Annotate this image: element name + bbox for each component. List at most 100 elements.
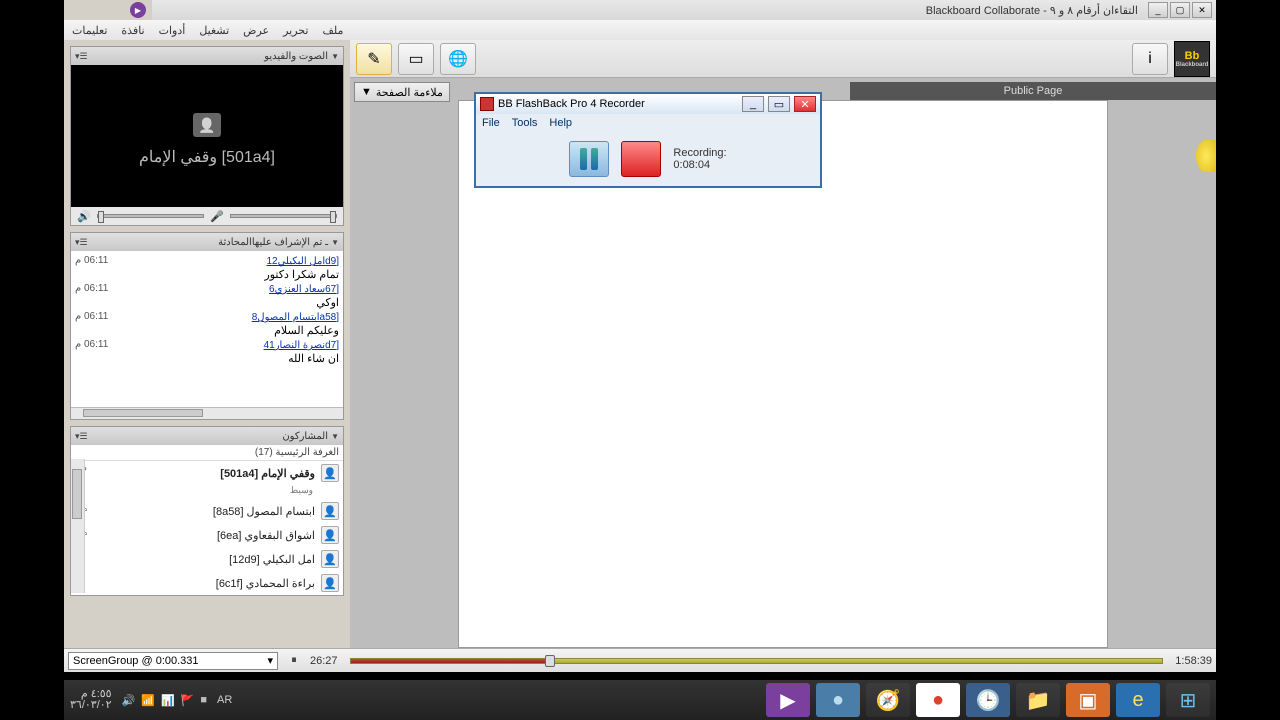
appshare-button[interactable]: ▭ [398, 43, 434, 75]
tray-network-icon[interactable]: 📶 [141, 694, 155, 707]
clip-dropdown[interactable]: ScreenGroup @ 0:00.331▾ [68, 652, 278, 670]
recorder-app-icon [480, 97, 494, 111]
participant-row[interactable]: 👤 اشواق البقعاوي [6ea] ▫ [71, 523, 343, 547]
recording-time: 0:08:04 [673, 159, 726, 171]
recorder-window[interactable]: BB FlashBack Pro 4 Recorder _ ▭ ✕ File T… [474, 92, 822, 188]
system-tray[interactable]: 🔊 📶 📊 🚩 ■ [122, 694, 207, 707]
explorer-icon[interactable]: 📁 [1016, 683, 1060, 717]
chat-panel: ▼ ـ تم الإشراف عليهاالمحادثة ☰▾ [d9امل ا… [70, 232, 344, 420]
chat-user[interactable]: [67سعاد العنزي6 [269, 284, 339, 295]
player-duration: 1:58:39 [1175, 655, 1212, 667]
recorder-maximize-button[interactable]: ▭ [768, 96, 790, 112]
safari-icon[interactable]: 🧭 [866, 683, 910, 717]
chat-text: ان شاء الله [75, 351, 339, 365]
chat-user[interactable]: [d7نصرة النصار41 [264, 340, 339, 351]
chat-user[interactable]: [d9امل البكيلي12 [266, 256, 339, 267]
speaker-icon[interactable]: 🔊 [77, 210, 91, 223]
menu-file[interactable]: ملف [322, 24, 343, 37]
browser1-icon[interactable]: ● [816, 683, 860, 717]
player-pause-button[interactable]: ⏸ [284, 651, 304, 671]
menu-edit[interactable]: تحرير [283, 24, 308, 37]
collapse-icon[interactable]: ▼ [331, 238, 339, 247]
avatar-icon: 👤 [321, 550, 339, 568]
menu-help[interactable]: تعليمات [72, 24, 107, 37]
participants-vscroll[interactable] [71, 459, 85, 593]
chat-text: اوكي [75, 295, 339, 309]
menu-window[interactable]: نافذة [121, 24, 144, 37]
speaker-name: وقفي الإمام [501a4] [139, 147, 275, 167]
collapse-icon[interactable]: ▼ [331, 432, 339, 441]
av-title: الصوت والفيديو [264, 51, 328, 62]
participant-name: اشواق البقعاوي [6ea] [93, 529, 315, 542]
webtour-button[interactable]: 🌐 [440, 43, 476, 75]
whiteboard-button[interactable]: ✎ [356, 43, 392, 75]
participant-role: وسيط [290, 485, 313, 496]
player-seek-slider[interactable] [350, 658, 1164, 664]
clock-app-icon[interactable]: 🕒 [966, 683, 1010, 717]
participant-name: وقفي الإمام [501a4] [93, 467, 315, 480]
speaker-volume-slider[interactable] [97, 214, 204, 218]
ie-icon[interactable]: e [1116, 683, 1160, 717]
chat-time: 06:11 م [75, 255, 108, 266]
recording-label: Recording: [673, 147, 726, 159]
avatar-icon: 👤 [321, 464, 339, 482]
menubar: ملف تحرير عرض تشغيل أدوات نافذة تعليمات [64, 20, 1216, 40]
fit-page-dropdown[interactable]: ملاءمة الصفحة▼ [354, 82, 450, 102]
menu-tools[interactable]: أدوات [159, 24, 186, 37]
recorder-menu-file[interactable]: File [482, 117, 500, 129]
chevron-down-icon: ▼ [361, 86, 372, 98]
av-options-icon[interactable]: ☰▾ [75, 51, 88, 62]
taskbar-clock[interactable]: ٤:٥٥ م ٣٦/٠٣/٠٢ [70, 689, 112, 711]
chat-title: ـ تم الإشراف عليهاالمحادثة [218, 237, 328, 248]
language-indicator[interactable]: AR [217, 694, 232, 706]
room-name: الغرفة الرئيسية (17) [71, 445, 343, 461]
chat-hscroll[interactable] [71, 407, 343, 419]
window-title: Blackboard Collaborate - التقاءان أرقام … [152, 4, 1146, 17]
public-page-tab[interactable]: Public Page [850, 82, 1216, 100]
chat-time: 06:11 م [75, 283, 108, 294]
bb-logo-icon: BbBlackboard [1174, 41, 1210, 77]
recorder-minimize-button[interactable]: _ [742, 96, 764, 112]
tray-signal-icon[interactable]: 📊 [161, 694, 175, 707]
participant-row[interactable]: 👤 ابتسام المصول [8a58] ▫ [71, 499, 343, 523]
start-icon[interactable]: ⊞ [1166, 683, 1210, 717]
chat-list: [d9امل البكيلي12 06:11 م تمام شكرا دكتور… [71, 251, 343, 407]
chat-message: [a58ابتسام المصول8 06:11 م وعليكم السلام [75, 311, 339, 337]
av-panel: ▼ الصوت والفيديو ☰▾ وقفي الإمام [501a4] … [70, 46, 344, 226]
tray-action-icon[interactable]: ■ [200, 694, 207, 707]
chat-message: [67سعاد العنزي6 06:11 م اوكي [75, 283, 339, 309]
mic-volume-slider[interactable] [230, 214, 337, 218]
recorder-menu-tools[interactable]: Tools [512, 117, 538, 129]
menu-run[interactable]: تشغيل [199, 24, 229, 37]
participants-title: المشاركون [282, 431, 328, 442]
tray-volume-icon[interactable]: 🔊 [122, 694, 136, 707]
recorder-pause-button[interactable] [569, 141, 609, 177]
menu-view[interactable]: عرض [243, 24, 269, 37]
ppt-icon[interactable]: ▣ [1066, 683, 1110, 717]
participant-row[interactable]: 👤 امل البكيلي [12d9] [71, 547, 343, 571]
close-button[interactable]: ✕ [1192, 2, 1212, 18]
participant-name: براءة المحمادي [6c1f] [75, 577, 315, 590]
recorder-menu-help[interactable]: Help [549, 117, 572, 129]
chat-user[interactable]: [a58ابتسام المصول8 [252, 312, 339, 323]
chat-options-icon[interactable]: ☰▾ [75, 237, 88, 248]
collapse-icon[interactable]: ▼ [331, 52, 339, 61]
collaborate-icon[interactable]: ▶ [766, 683, 810, 717]
tray-flag-icon[interactable]: 🚩 [181, 694, 195, 707]
minimize-button[interactable]: _ [1148, 2, 1168, 18]
info-button[interactable]: i [1132, 43, 1168, 75]
chrome-icon[interactable]: ● [916, 683, 960, 717]
chat-time: 06:11 م [75, 311, 108, 322]
participants-options-icon[interactable]: ☰▾ [75, 431, 88, 442]
recorder-close-button[interactable]: ✕ [794, 96, 816, 112]
recorder-stop-button[interactable] [621, 141, 661, 177]
mic-icon[interactable]: 🎤 [210, 210, 224, 223]
participant-row[interactable]: 👤 براءة المحمادي [6c1f] [71, 571, 343, 595]
avatar-icon: 👤 [321, 502, 339, 520]
recorder-title: BB FlashBack Pro 4 Recorder [498, 98, 738, 110]
video-area: وقفي الإمام [501a4] [71, 65, 343, 207]
participant-name: امل البكيلي [12d9] [75, 553, 315, 566]
maximize-button[interactable]: ▢ [1170, 2, 1190, 18]
chevron-down-icon: ▾ [267, 654, 273, 667]
participant-row[interactable]: 👤 وقفي الإمام [501a4] 🎤 [71, 461, 343, 485]
